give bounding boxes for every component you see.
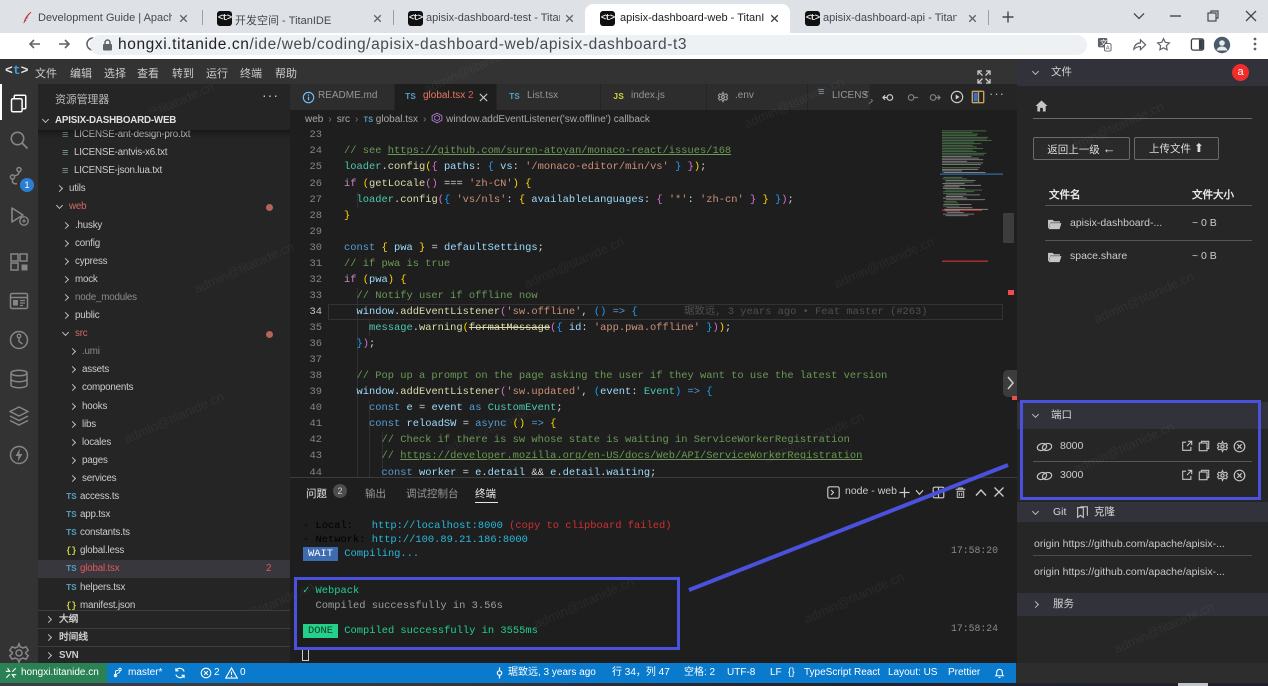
- svg-text:A: A: [1106, 46, 1110, 52]
